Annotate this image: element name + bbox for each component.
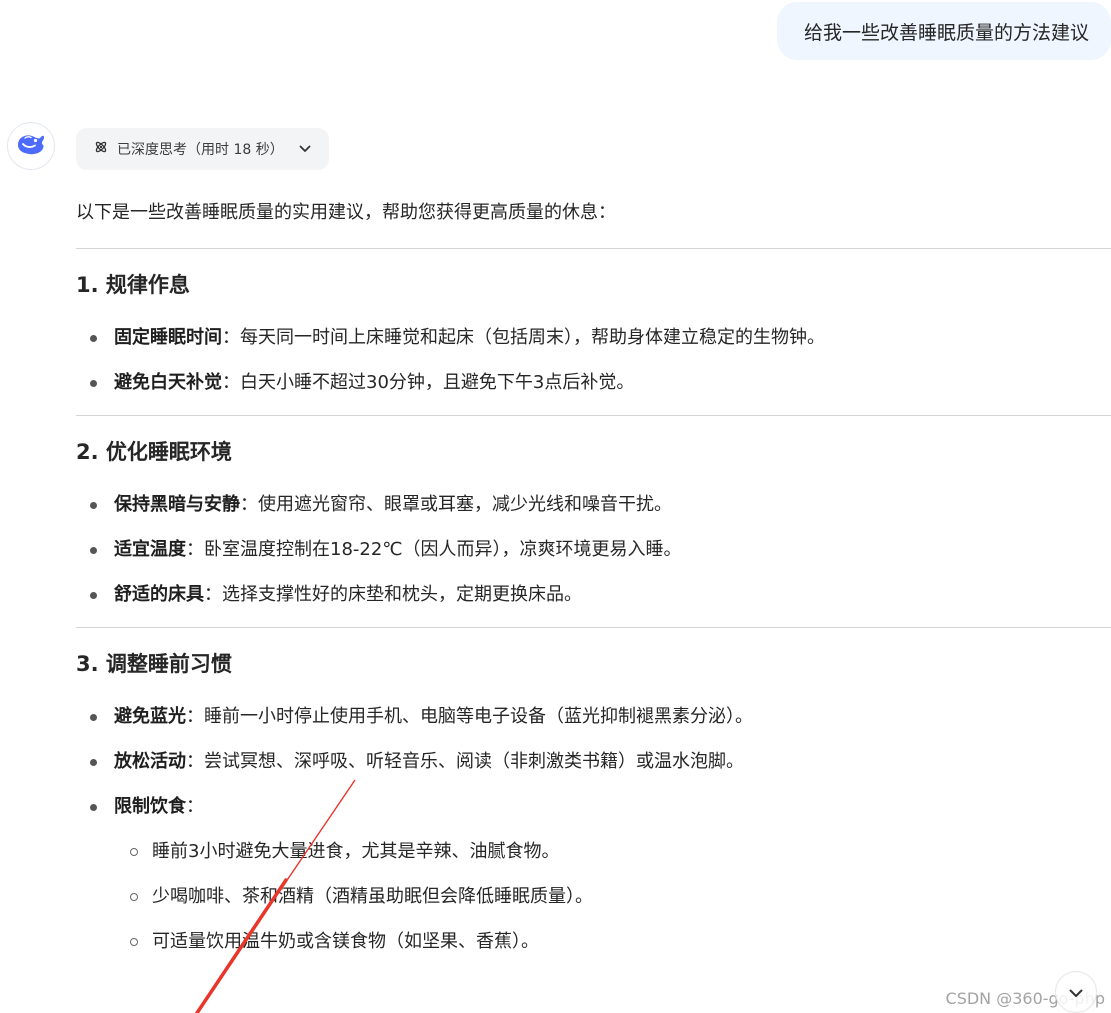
item-text: ：卧室温度控制在18-22℃（因人而异），凉爽环境更易入睡。 — [186, 539, 682, 560]
item-text: ：每天同一时间上床睡觉和起床（包括周末），帮助身体建立稳定的生物钟。 — [222, 327, 825, 348]
item-bold: 避免蓝光 — [114, 706, 186, 727]
chevron-down-icon — [1069, 983, 1083, 1002]
divider — [76, 248, 1111, 249]
user-message-bubble: 给我一些改善睡眠质量的方法建议 — [776, 2, 1111, 60]
sub-list-item: 少喝咖啡、茶和酒精（酒精虽助眠但会降低睡眠质量）。 — [76, 874, 1111, 919]
item-bold: 固定睡眠时间 — [114, 327, 222, 348]
list-item: 保持黑暗与安静：使用遮光窗帘、眼罩或耳塞，减少光线和噪音干扰。 — [76, 482, 1111, 527]
bullet-list: 保持黑暗与安静：使用遮光窗帘、眼罩或耳塞，减少光线和噪音干扰。 适宜温度：卧室温… — [76, 482, 1111, 617]
list-item: 限制饮食： — [76, 784, 1111, 829]
divider — [76, 627, 1111, 628]
item-bold: 保持黑暗与安静 — [114, 494, 240, 515]
bullet-list: 避免蓝光：睡前一小时停止使用手机、电脑等电子设备（蓝光抑制褪黑素分泌）。 放松活… — [76, 694, 1111, 829]
list-item: 避免白天补觉：白天小睡不超过30分钟，且避免下午3点后补觉。 — [76, 360, 1111, 405]
item-bold: 避免白天补觉 — [114, 372, 222, 393]
atom-icon — [94, 140, 108, 158]
list-item: 固定睡眠时间：每天同一时间上床睡觉和起床（包括周末），帮助身体建立稳定的生物钟。 — [76, 315, 1111, 360]
user-message-text: 给我一些改善睡眠质量的方法建议 — [803, 21, 1089, 44]
list-item: 舒适的床具：选择支撑性好的床垫和枕头，定期更换床品。 — [76, 572, 1111, 617]
item-text: ：选择支撑性好的床垫和枕头，定期更换床品。 — [204, 584, 582, 605]
deepseek-whale-icon — [16, 132, 46, 160]
thinking-label: 已深度思考（用时 18 秒） — [117, 142, 284, 158]
assistant-avatar — [7, 122, 55, 170]
item-text: ：使用遮光窗帘、眼罩或耳塞，减少光线和噪音干扰。 — [240, 494, 672, 515]
section-title: 2. 优化睡眠环境 — [76, 440, 232, 464]
item-bold: 适宜温度 — [114, 539, 186, 560]
item-text: ：白天小睡不超过30分钟，且避免下午3点后补觉。 — [222, 372, 635, 393]
answer-intro: 以下是一些改善睡眠质量的实用建议，帮助您获得更高质量的休息： — [76, 202, 616, 223]
scroll-down-button[interactable] — [1055, 971, 1097, 1013]
assistant-answer: 以下是一些改善睡眠质量的实用建议，帮助您获得更高质量的休息： 1. 规律作息 固… — [76, 188, 1111, 964]
section-title: 3. 调整睡前习惯 — [76, 652, 232, 676]
item-bold: 舒适的床具 — [114, 584, 204, 605]
item-text: ：睡前一小时停止使用手机、电脑等电子设备（蓝光抑制褪黑素分泌）。 — [186, 706, 753, 727]
list-item: 避免蓝光：睡前一小时停止使用手机、电脑等电子设备（蓝光抑制褪黑素分泌）。 — [76, 694, 1111, 739]
sub-list: 睡前3小时避免大量进食，尤其是辛辣、油腻食物。 少喝咖啡、茶和酒精（酒精虽助眠但… — [76, 829, 1111, 964]
divider — [76, 415, 1111, 416]
section-title: 1. 规律作息 — [76, 273, 190, 297]
item-bold: 放松活动 — [114, 751, 186, 772]
item-bold: 限制饮食 — [114, 796, 186, 817]
item-text: ： — [186, 796, 204, 817]
item-text: ：尝试冥想、深呼吸、听轻音乐、阅读（非刺激类书籍）或温水泡脚。 — [186, 751, 744, 772]
bullet-list: 固定睡眠时间：每天同一时间上床睡觉和起床（包括周末），帮助身体建立稳定的生物钟。… — [76, 315, 1111, 405]
thinking-toggle[interactable]: 已深度思考（用时 18 秒） — [76, 128, 329, 170]
list-item: 放松活动：尝试冥想、深呼吸、听轻音乐、阅读（非刺激类书籍）或温水泡脚。 — [76, 739, 1111, 784]
sub-list-item: 可适量饮用温牛奶或含镁食物（如坚果、香蕉）。 — [76, 919, 1111, 964]
list-item: 适宜温度：卧室温度控制在18-22℃（因人而异），凉爽环境更易入睡。 — [76, 527, 1111, 572]
chevron-down-icon — [299, 145, 311, 153]
sub-list-item: 睡前3小时避免大量进食，尤其是辛辣、油腻食物。 — [76, 829, 1111, 874]
